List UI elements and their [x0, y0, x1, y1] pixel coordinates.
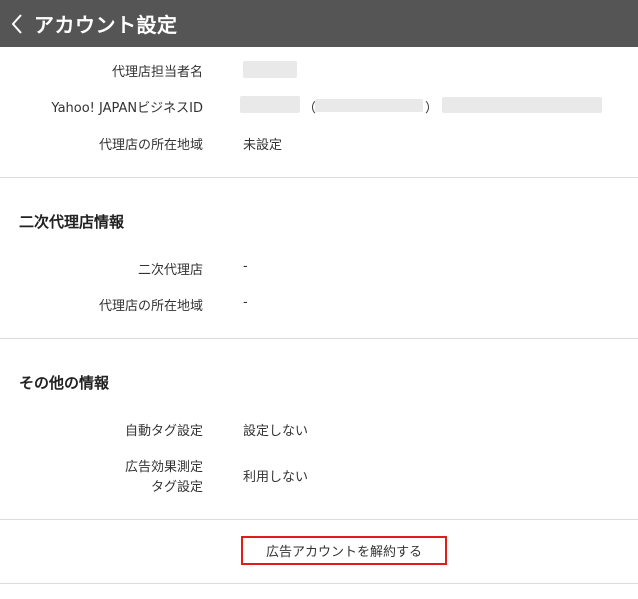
agency-rep-value-redacted [243, 61, 297, 78]
section-divider [0, 583, 638, 584]
secondary-agency-title: 二次代理店情報 [19, 213, 125, 231]
section-divider [0, 519, 638, 520]
secondary-region-row: 代理店の所在地域 - [0, 295, 638, 314]
auto-tag-row: 自動タグ設定 設定しない [0, 420, 638, 439]
agency-rep-row: 代理店担当者名 [0, 61, 638, 80]
yahoo-id-sub-redacted [315, 99, 423, 112]
auto-tag-value: 設定しない [243, 424, 309, 439]
measure-tag-label-line2: タグ設定 [150, 480, 203, 495]
cancel-account-button[interactable]: 広告アカウントを解約する [241, 536, 447, 565]
page-title: アカウント設定 [34, 13, 178, 37]
agency-rep-label: 代理店担当者名 [111, 65, 203, 80]
yahoo-id-label: Yahoo! JAPANビジネスID [51, 101, 203, 116]
secondary-region-value: - [243, 295, 248, 310]
section-divider [0, 338, 638, 339]
secondary-region-label: 代理店の所在地域 [98, 299, 203, 314]
back-button[interactable] [2, 0, 32, 47]
yahoo-id-extra-redacted [442, 97, 602, 113]
paren-close: ） [425, 101, 439, 116]
auto-tag-label: 自動タグ設定 [124, 424, 203, 439]
page-header: アカウント設定 [0, 0, 638, 47]
yahoo-id-value-redacted [240, 96, 300, 113]
yahoo-id-row: Yahoo! JAPANビジネスID （ ） [0, 96, 638, 116]
measure-tag-label-line1: 広告効果測定 [124, 460, 203, 475]
secondary-agency-row: 二次代理店 - [0, 259, 638, 278]
secondary-agency-label: 二次代理店 [137, 263, 203, 278]
agency-region-row: 代理店の所在地域 未設定 [0, 134, 638, 153]
agency-region-value: 未設定 [243, 138, 283, 153]
other-info-title: その他の情報 [19, 374, 110, 392]
chevron-left-icon [11, 13, 22, 34]
agency-region-label: 代理店の所在地域 [98, 138, 203, 153]
section-divider [0, 177, 638, 178]
measure-tag-row: 広告効果測定 タグ設定 利用しない [0, 456, 638, 496]
secondary-agency-value: - [243, 259, 248, 274]
measure-tag-value: 利用しない [243, 470, 309, 485]
